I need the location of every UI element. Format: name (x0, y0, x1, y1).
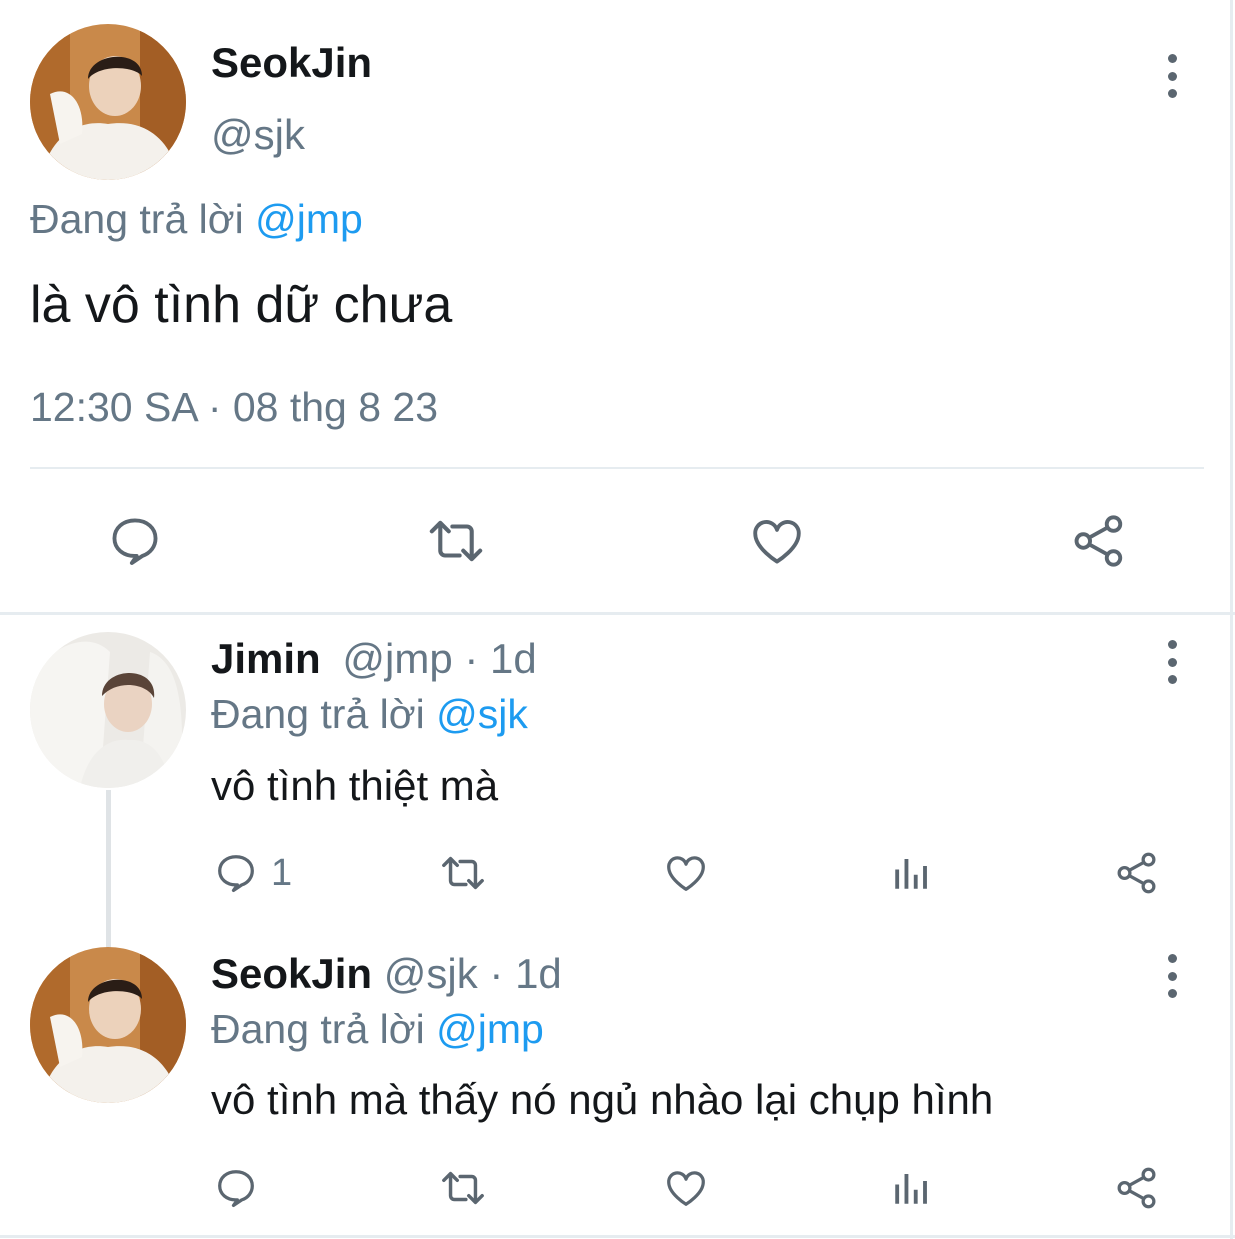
author-name[interactable]: Jimin (211, 635, 321, 682)
avatar-jimin[interactable] (30, 632, 186, 788)
tweet-text: là vô tình dữ chưa (30, 276, 453, 334)
section-divider (0, 612, 1235, 615)
thread-line (106, 790, 111, 948)
share-icon[interactable] (1114, 850, 1160, 896)
analytics-icon[interactable] (890, 852, 932, 894)
replying-to-handle[interactable]: @jmp (436, 1006, 544, 1052)
share-icon[interactable] (1070, 512, 1128, 570)
more-options-icon[interactable] (1157, 640, 1187, 684)
reply-time[interactable]: 1d (515, 950, 562, 997)
retweet-icon[interactable] (437, 850, 489, 896)
author-handle[interactable]: @sjk (211, 112, 305, 158)
separator: · (489, 950, 504, 997)
author-handle[interactable]: @jmp (342, 635, 452, 682)
replying-to-handle[interactable]: @sjk (436, 691, 528, 737)
right-edge (1230, 0, 1233, 1239)
tweet-timestamp[interactable]: 12:30 SA · 08 thg 8 23 (30, 384, 438, 430)
share-icon[interactable] (1114, 1165, 1160, 1211)
replying-to-label: Đang trả lời (211, 691, 425, 737)
avatar-seokjin[interactable] (30, 24, 186, 180)
reply-time[interactable]: 1d (490, 635, 537, 682)
reply-text: vô tình mà thấy nó ngủ nhào lại chụp hìn… (211, 1076, 994, 1123)
author-name[interactable]: SeokJin (211, 950, 372, 997)
like-icon[interactable] (663, 1165, 709, 1211)
reply-header: Jimin @jmp · 1d (211, 636, 537, 682)
author-name[interactable]: SeokJin (211, 40, 372, 86)
retweet-icon[interactable] (424, 512, 488, 570)
more-options-icon[interactable] (1157, 54, 1187, 98)
replying-to-label: Đang trả lời (211, 1006, 425, 1052)
replying-to-line: Đang trả lời @jmp (30, 196, 363, 242)
like-icon[interactable] (663, 850, 709, 896)
replying-to-label: Đang trả lời (30, 196, 244, 242)
author-handle[interactable]: @sjk (384, 950, 478, 997)
bottom-divider (0, 1235, 1235, 1238)
retweet-icon[interactable] (437, 1165, 489, 1211)
reply-header: SeokJin @sjk · 1d (211, 951, 562, 997)
reply-icon (218, 855, 254, 893)
avatar-seokjin[interactable] (30, 947, 186, 1103)
reply-text: vô tình thiệt mà (211, 762, 499, 809)
reply-icon[interactable] (106, 512, 164, 570)
reply-count: 1 (271, 851, 293, 894)
replying-to-line: Đang trả lời @jmp (211, 1006, 544, 1052)
reply-icon[interactable] (213, 1165, 259, 1211)
analytics-icon[interactable] (890, 1167, 932, 1209)
more-options-icon[interactable] (1157, 954, 1187, 998)
divider (30, 467, 1204, 469)
avatar-image (30, 632, 186, 788)
avatar-image (30, 947, 186, 1103)
separator: · (464, 635, 479, 682)
replying-to-handle[interactable]: @jmp (255, 196, 363, 242)
reply-action[interactable]: 1 (213, 850, 292, 896)
like-icon[interactable] (748, 512, 806, 570)
replying-to-line: Đang trả lời @sjk (211, 691, 528, 737)
avatar-image (30, 24, 186, 180)
